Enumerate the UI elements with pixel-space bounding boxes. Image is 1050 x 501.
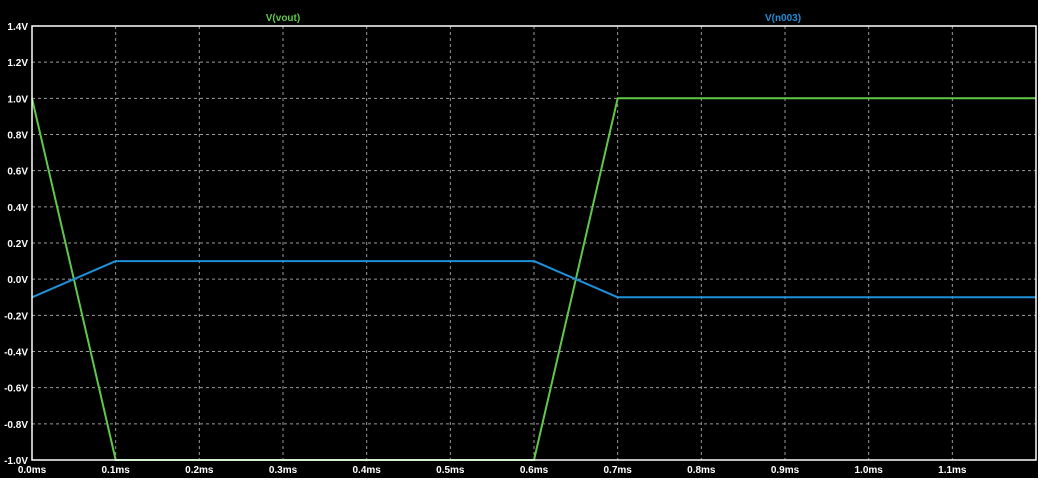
x-tick-label: 0.9ms: [771, 465, 800, 476]
y-tick-label: 0.0V: [7, 275, 28, 286]
y-tick-label: -0.4V: [4, 348, 28, 359]
legend-n003[interactable]: V(n003): [765, 13, 801, 24]
x-tick-label: 0.8ms: [687, 465, 716, 476]
y-tick-label: -0.8V: [4, 420, 28, 431]
x-tick-label: 1.0ms: [854, 465, 883, 476]
x-tick-label: 0.4ms: [352, 465, 381, 476]
waveform-chart[interactable]: 0.0ms 0.1ms 0.2ms 0.3ms 0.4ms 0.5ms 0.6ms 0.7ms…: [0, 0, 1050, 496]
x-tick-label: 0.1ms: [101, 465, 130, 476]
y-tick-label: 1.4V: [7, 22, 28, 33]
x-tick-label: 0.5ms: [436, 465, 465, 476]
plot-right-strip: [1038, 0, 1050, 496]
y-tick-label: 0.6V: [7, 167, 28, 178]
plot-outer-background: [0, 0, 1050, 496]
x-tick-label: 0.3ms: [269, 465, 298, 476]
plot-bottom-strip: [0, 478, 1050, 496]
x-tick-label: 0.2ms: [185, 465, 214, 476]
y-tick-label: 1.2V: [7, 58, 28, 69]
y-tick-label: 1.0V: [7, 94, 28, 105]
y-tick-label: -1.0V: [4, 456, 28, 467]
y-tick-label: 0.2V: [7, 239, 28, 250]
y-tick-label: 0.8V: [7, 131, 28, 142]
x-tick-label: 1.1ms: [938, 465, 967, 476]
y-tick-label: 0.4V: [7, 203, 28, 214]
y-tick-label: -0.2V: [4, 311, 28, 322]
x-tick-label: 0.7ms: [603, 465, 632, 476]
y-tick-label: -0.6V: [4, 384, 28, 395]
legend-vout[interactable]: V(vout): [266, 13, 300, 24]
plot-window: 0.0ms 0.1ms 0.2ms 0.3ms 0.4ms 0.5ms 0.6ms 0.7ms…: [0, 0, 1050, 496]
x-tick-label: 0.6ms: [520, 465, 549, 476]
